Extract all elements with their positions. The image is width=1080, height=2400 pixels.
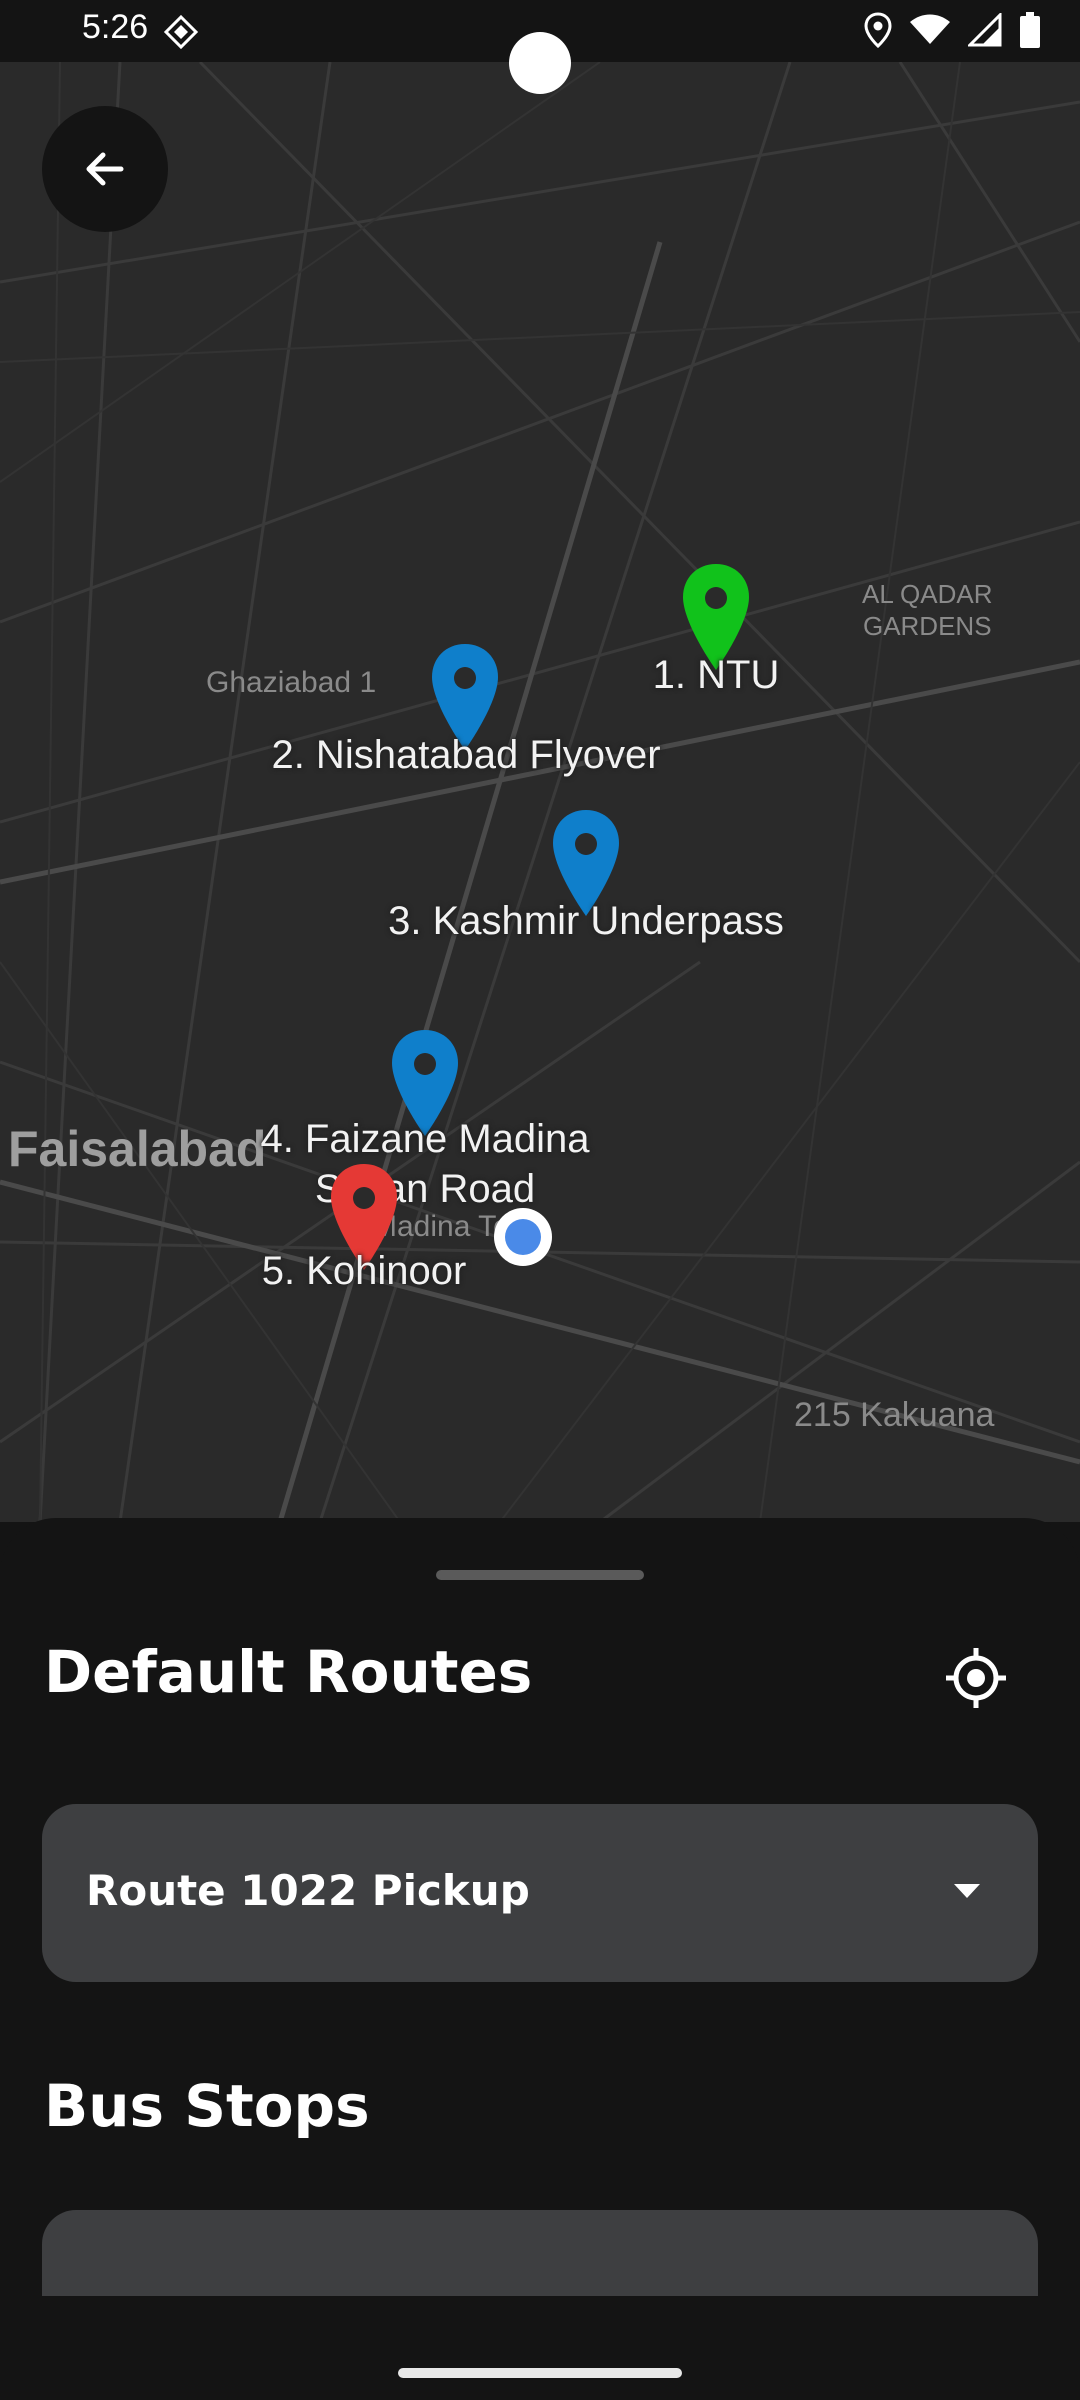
- marker-label: 4. Faizane Madina Susan Road: [260, 1117, 590, 1211]
- marker-label: 1. NTU: [652, 653, 780, 697]
- signal-icon: [966, 11, 1002, 51]
- section-title: Bus Stops: [44, 2072, 370, 2140]
- arrow-back-icon: [86, 152, 124, 186]
- status-time: 5:26: [82, 8, 149, 46]
- dropdown-arrow-icon: [954, 1884, 980, 1898]
- marker-label: 5. Kohinoor: [261, 1249, 467, 1293]
- map-roads: [0, 62, 1080, 1522]
- location-icon: [864, 12, 892, 52]
- marker-label: 3. Kashmir Underpass: [388, 899, 784, 943]
- bottom-sheet: Default Routes Route 1022 Pickup Bus Sto…: [0, 1518, 1080, 2400]
- route-dropdown[interactable]: Route 1022 Pickup: [42, 1804, 1038, 1982]
- sheet-title: Default Routes: [44, 1638, 533, 1706]
- map-view[interactable]: Ghaziabad 1 AL QADAR GARDENS Faisalabad …: [0, 62, 1080, 1522]
- my-location-button[interactable]: [940, 1642, 1012, 1714]
- route-dropdown-value: Route 1022 Pickup: [86, 1866, 530, 1915]
- place-label: AL QADAR GARDENS: [862, 579, 993, 641]
- gesture-navigation-bar[interactable]: [398, 2368, 682, 2378]
- user-location-dot: [494, 1208, 552, 1266]
- back-button[interactable]: [42, 106, 168, 232]
- place-label: Ghaziabad 1: [206, 666, 377, 699]
- app-notification-icon: [163, 14, 199, 50]
- status-icons: [864, 11, 1040, 52]
- camera-cutout: [509, 32, 571, 94]
- bus-stop-card[interactable]: [42, 2210, 1038, 2296]
- wifi-icon: [910, 14, 950, 50]
- marker-label: 2. Nishatabad Flyover: [271, 733, 661, 777]
- battery-icon: [1020, 12, 1040, 52]
- gps-crosshair-icon: [946, 1648, 1006, 1708]
- drag-handle[interactable]: [436, 1570, 644, 1580]
- place-label: 215 Kakuana: [794, 1396, 995, 1434]
